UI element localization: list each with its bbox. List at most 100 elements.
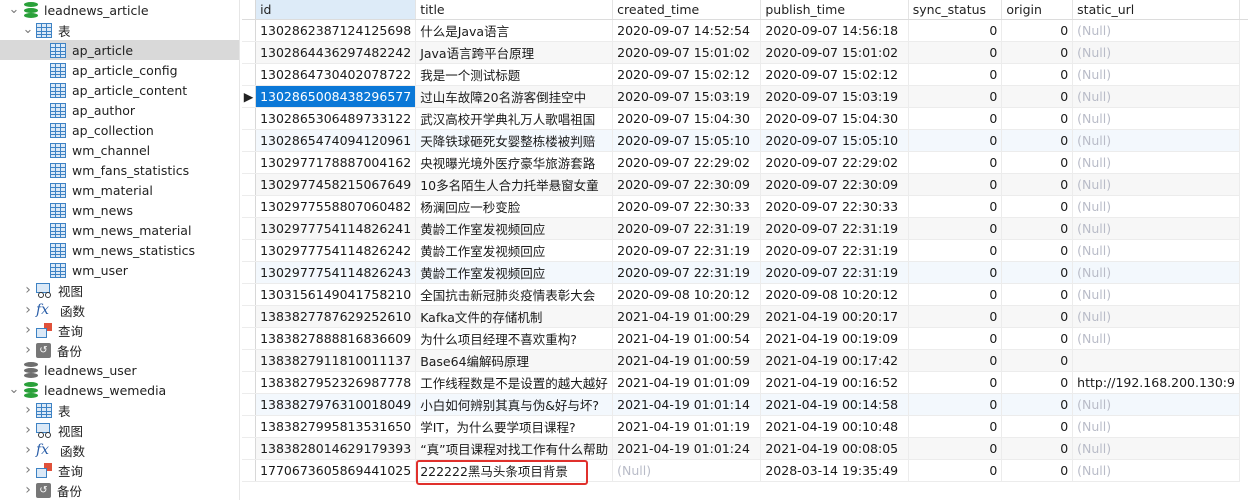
cell-title[interactable]: Base64编解码原理 [415, 349, 614, 372]
chevron-down-icon[interactable]: ⌄ [8, 0, 20, 20]
tree-table-wm_news_statistics[interactable]: wm_news_statistics [0, 240, 239, 260]
tree-table-wm_material[interactable]: wm_material [0, 180, 239, 200]
cell-static_url[interactable]: (Null) [1072, 173, 1240, 196]
cell-sync_status[interactable]: 0 [908, 327, 1003, 350]
cell-static_url[interactable]: (Null) [1072, 85, 1240, 108]
cell-sync_status[interactable]: 0 [908, 129, 1003, 152]
row-gutter[interactable] [242, 63, 257, 86]
tree-group-视图[interactable]: › 视图 [0, 280, 239, 300]
cell-static_url[interactable]: (Null) [1072, 327, 1240, 350]
table-row[interactable]: 1770673605869441025 222222黑马头条项目背景 (Null) 2… [242, 459, 1248, 482]
cell-id[interactable]: 1383827888816836609 [255, 327, 417, 350]
tree-group-备份[interactable]: › ↺ 备份 [0, 340, 239, 360]
cell-sync_status[interactable]: 0 [908, 19, 1003, 42]
cell-title[interactable]: 学IT，为什么要学项目课程? [415, 415, 614, 438]
table-row[interactable]: 1302864730402078722 我是一个测试标题 2020-09-07 15… [242, 63, 1248, 86]
table-ap-article-grid[interactable]: id title created_time publish_time sync_stat… [242, 0, 1248, 482]
cell-origin[interactable]: 0 [1001, 305, 1074, 328]
cell-publish_time[interactable]: 2020-09-07 15:01:02 [760, 41, 909, 64]
cell-publish_time[interactable]: 2020-09-07 22:30:09 [760, 173, 909, 196]
row-gutter[interactable] [242, 195, 257, 218]
cell-created_time[interactable]: 2020-09-07 15:01:02 [612, 41, 762, 64]
cell-title[interactable]: 天降铁球砸死女婴整栋楼被判赔 [415, 129, 614, 152]
cell-created_time[interactable]: 2021-04-19 01:00:59 [612, 349, 762, 372]
row-gutter[interactable] [242, 349, 257, 372]
row-gutter[interactable] [242, 151, 257, 174]
cell-publish_time[interactable]: 2020-09-07 22:30:33 [760, 195, 909, 218]
connection-tree[interactable]: ⌄ leadnews_article ⌄ 表 ap_article ap_article_… [0, 0, 240, 500]
column-header-sync_status[interactable]: sync_status [908, 0, 1003, 20]
table-row[interactable]: 1302862387124125698 什么是Java语言 2020-09-07 1… [242, 19, 1248, 42]
table-row[interactable]: 1383827911810011137 Base64编解码原理 2021-04-19… [242, 349, 1248, 372]
cell-created_time[interactable]: 2020-09-07 22:31:19 [612, 217, 762, 240]
table-row[interactable]: 1302864436297482242 Java语言跨平台原理 2020-09-07… [242, 41, 1248, 64]
cell-id[interactable]: 1302865008438296577 [255, 85, 417, 108]
cell-sync_status[interactable]: 0 [908, 151, 1003, 174]
row-gutter[interactable] [242, 283, 257, 306]
chevron-right-icon[interactable]: › [22, 320, 34, 340]
tree-table-wm_user[interactable]: wm_user [0, 260, 239, 280]
row-gutter[interactable] [242, 19, 257, 42]
cell-created_time[interactable]: 2021-04-19 01:01:19 [612, 415, 762, 438]
cell-origin[interactable]: 0 [1001, 327, 1074, 350]
cell-title[interactable]: 黄龄工作室发视频回应 [415, 239, 614, 262]
cell-created_time[interactable]: 2020-09-08 10:20:12 [612, 283, 762, 306]
tree-table-ap_article_config[interactable]: ap_article_config [0, 60, 239, 80]
table-row[interactable]: 1383827952326987778 工作线程数是不是设置的越大越好 2021-0… [242, 371, 1248, 394]
cell-title[interactable]: 武汉高校开学典礼万人歌唱祖国 [415, 107, 614, 130]
column-header-id[interactable]: id [255, 0, 417, 20]
cell-id[interactable]: 1302862387124125698 [255, 19, 417, 42]
cell-origin[interactable]: 0 [1001, 173, 1074, 196]
row-gutter[interactable] [242, 459, 257, 482]
cell-id[interactable]: 1383827952326987778 [255, 371, 417, 394]
tree-group-查询[interactable]: › 查询 [0, 460, 239, 480]
table-row[interactable]: 1302977178887004162 央视曝光境外医疗豪华旅游套路 2020-09… [242, 151, 1248, 174]
chevron-spacer[interactable] [8, 360, 20, 380]
cell-id[interactable]: 1302865474094120961 [255, 129, 417, 152]
cell-static_url[interactable]: (Null) [1072, 217, 1240, 240]
cell-created_time[interactable]: 2020-09-07 15:05:10 [612, 129, 762, 152]
cell-title[interactable]: 过山车故障20名游客倒挂空中 [415, 85, 614, 108]
row-gutter[interactable] [242, 327, 257, 350]
cell-publish_time[interactable]: 2021-04-19 00:10:48 [760, 415, 909, 438]
cell-origin[interactable]: 0 [1001, 107, 1074, 130]
cell-created_time[interactable]: 2021-04-19 01:00:29 [612, 305, 762, 328]
cell-static_url[interactable]: (Null) [1072, 129, 1240, 152]
cell-title[interactable]: 小白如何辨别其真与伪&好与坏? [415, 393, 614, 416]
tree-database-leadnews_wemedia[interactable]: ⌄ leadnews_wemedia [0, 380, 239, 400]
cell-publish_time[interactable]: 2020-09-07 15:04:30 [760, 107, 909, 130]
cell-origin[interactable]: 0 [1001, 349, 1074, 372]
cell-origin[interactable]: 0 [1001, 371, 1074, 394]
chevron-right-icon[interactable]: › [22, 440, 34, 460]
column-header-publish_time[interactable]: publish_time [760, 0, 909, 20]
cell-origin[interactable]: 0 [1001, 19, 1074, 42]
cell-origin[interactable]: 0 [1001, 239, 1074, 262]
cell-sync_status[interactable]: 0 [908, 261, 1003, 284]
row-gutter[interactable] [242, 217, 257, 240]
cell-id[interactable]: 1770673605869441025 [255, 459, 417, 482]
cell-id[interactable]: 1383827911810011137 [255, 349, 417, 372]
cell-created_time[interactable]: 2020-09-07 15:04:30 [612, 107, 762, 130]
table-row[interactable]: 1383827976310018049 小白如何辨别其真与伪&好与坏? 2021-0… [242, 393, 1248, 416]
row-gutter[interactable] [242, 107, 257, 130]
cell-sync_status[interactable]: 0 [908, 393, 1003, 416]
cell-static_url[interactable]: (Null) [1072, 437, 1240, 460]
cell-publish_time[interactable]: 2020-09-08 10:20:12 [760, 283, 909, 306]
tree-database-leadnews_article[interactable]: ⌄ leadnews_article [0, 0, 239, 20]
cell-sync_status[interactable]: 0 [908, 63, 1003, 86]
cell-origin[interactable]: 0 [1001, 195, 1074, 218]
table-row[interactable]: 1303156149041758210 全国抗击新冠肺炎疫情表彰大会 2020-09… [242, 283, 1248, 306]
column-header-origin[interactable]: origin [1001, 0, 1074, 20]
column-header-created_time[interactable]: created_time [612, 0, 762, 20]
cell-static_url[interactable]: http://192.168.200.130:9 [1072, 371, 1240, 394]
cell-static_url[interactable]: (Null) [1072, 151, 1240, 174]
row-gutter[interactable] [242, 371, 257, 394]
cell-sync_status[interactable]: 0 [908, 41, 1003, 64]
cell-created_time[interactable]: 2021-04-19 01:01:09 [612, 371, 762, 394]
tree-table-ap_author[interactable]: ap_author [0, 100, 239, 120]
tree-table-wm_fans_statistics[interactable]: wm_fans_statistics [0, 160, 239, 180]
cell-title[interactable]: 什么是Java语言 [415, 19, 614, 42]
cell-static_url[interactable]: (Null) [1072, 393, 1240, 416]
cell-publish_time[interactable]: 2020-09-07 15:03:19 [760, 85, 909, 108]
row-gutter[interactable] [242, 261, 257, 284]
